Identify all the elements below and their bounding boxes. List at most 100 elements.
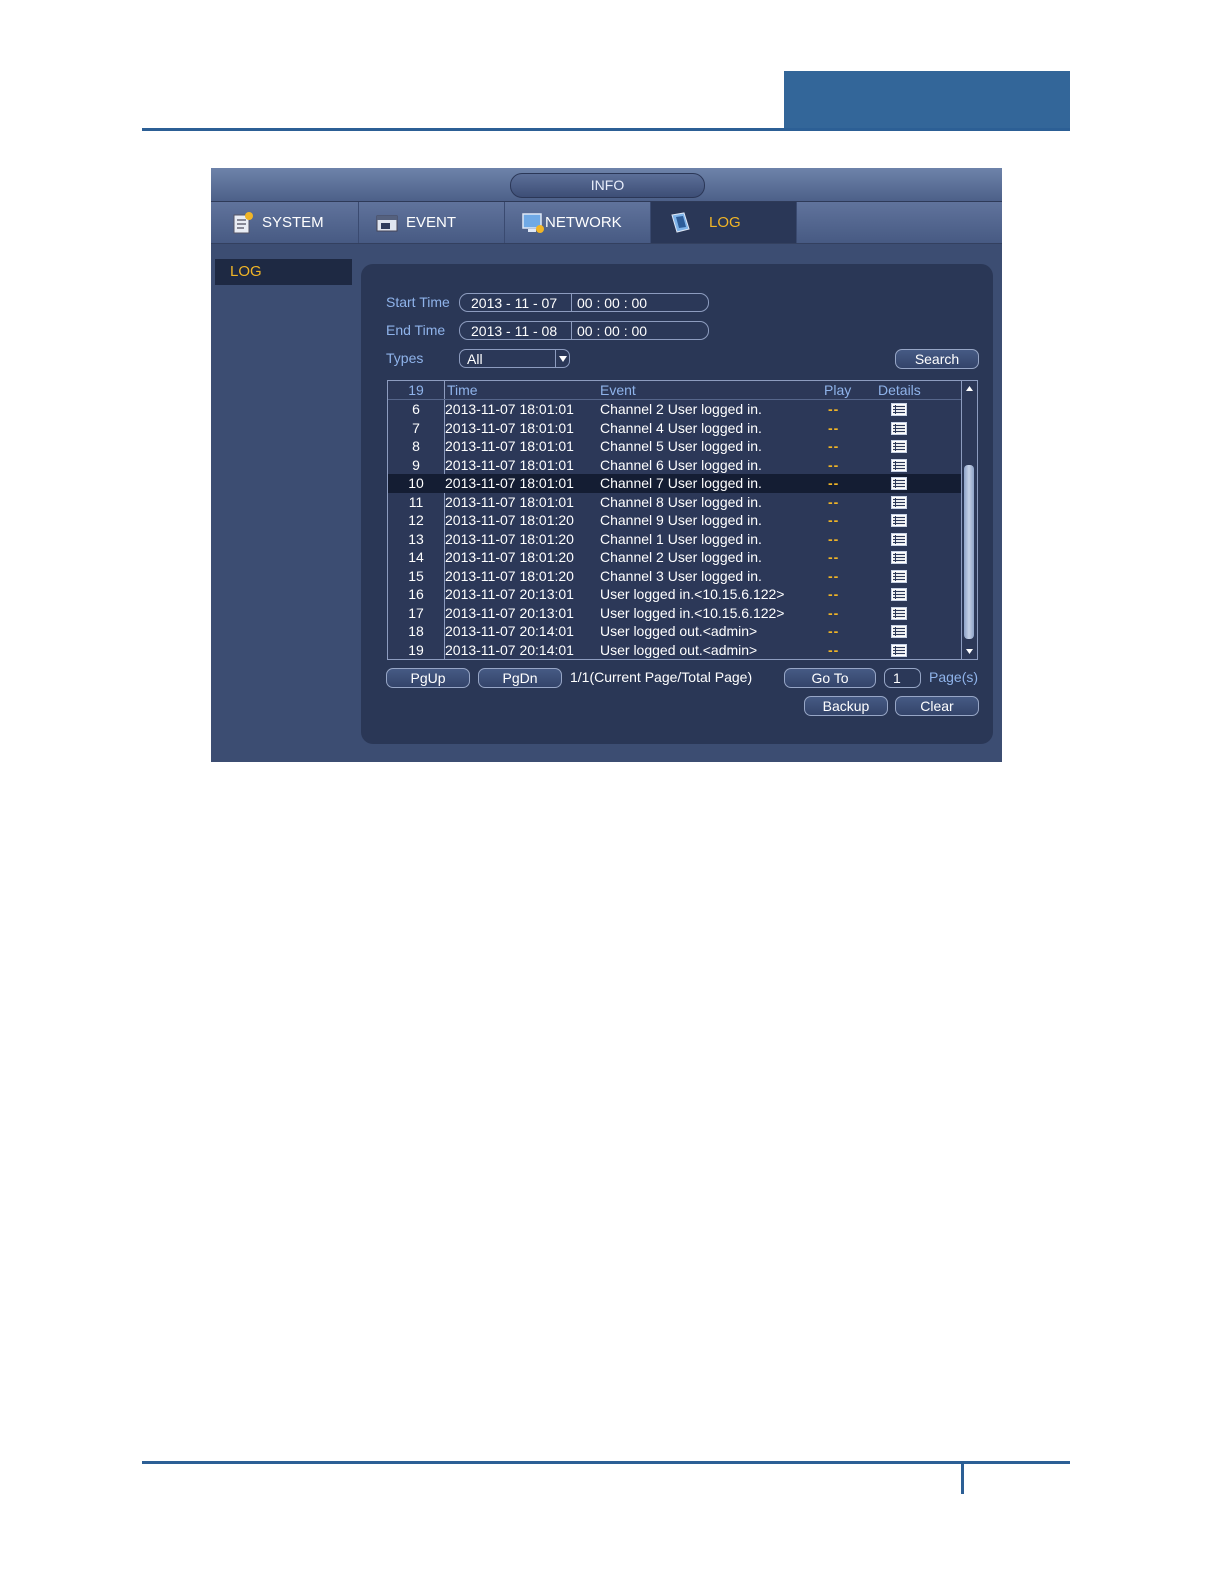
end-time-field[interactable]: 2013 - 11 - 08 00 : 00 : 00 <box>459 321 709 340</box>
pgup-button[interactable]: PgUp <box>386 668 470 688</box>
table-row[interactable]: 19 2013-11-07 20:14:01 User logged out.<ad… <box>388 641 961 660</box>
details-icon[interactable] <box>891 588 907 601</box>
table-row[interactable]: 18 2013-11-07 20:14:01 User logged out.<ad… <box>388 622 961 641</box>
details-icon[interactable] <box>891 477 907 490</box>
table-row[interactable]: 15 2013-11-07 18:01:20 Channel 3 User logg… <box>388 567 961 586</box>
row-event: Channel 2 User logged in. <box>600 549 762 565</box>
table-row[interactable]: 16 2013-11-07 20:13:01 User logged in.<10.… <box>388 585 961 604</box>
row-play: -- <box>828 604 840 621</box>
row-index: 8 <box>412 438 420 454</box>
footer-divider <box>961 1462 964 1494</box>
start-time-field[interactable]: 2013 - 11 - 07 00 : 00 : 00 <box>459 293 709 312</box>
table-row[interactable]: 12 2013-11-07 18:01:20 Channel 9 User logg… <box>388 511 961 530</box>
details-icon[interactable] <box>891 440 907 453</box>
row-time: 2013-11-07 18:01:01 <box>445 419 574 436</box>
scroll-down-icon[interactable] <box>965 647 974 656</box>
row-play: -- <box>828 586 840 602</box>
table-header: 19 Time Event Play Details <box>388 381 961 400</box>
row-time: 2013-11-07 20:13:01 <box>445 586 574 602</box>
field-separator <box>571 322 572 339</box>
details-icon[interactable] <box>891 551 907 564</box>
page-info: 1/1(Current Page/Total Page) <box>570 669 753 685</box>
row-event: User logged in.<10.15.6.122> <box>600 604 785 621</box>
details-icon[interactable] <box>891 625 907 638</box>
details-icon[interactable] <box>891 643 907 657</box>
table-row[interactable]: 6 2013-11-07 18:01:01 Channel 2 User logge… <box>388 400 961 419</box>
row-play: -- <box>828 493 840 510</box>
title-bar: INFO <box>211 168 1002 202</box>
table-row[interactable]: 7 2013-11-07 18:01:01 Channel 4 User logge… <box>388 419 961 438</box>
row-event: Channel 1 User logged in. <box>600 530 762 547</box>
page-number-input[interactable]: 1 <box>884 668 921 688</box>
search-button[interactable]: Search <box>895 349 979 369</box>
tab-network-label: NETWORK <box>545 214 622 231</box>
field-separator <box>571 294 572 311</box>
row-time: 2013-11-07 18:01:01 <box>445 456 574 473</box>
row-play: -- <box>828 475 840 491</box>
row-event: User logged out.<admin> <box>600 623 758 639</box>
details-icon[interactable] <box>891 421 907 435</box>
scroll-up-icon[interactable] <box>965 384 974 393</box>
table-row[interactable]: 10 2013-11-07 18:01:01 Channel 7 User logg… <box>388 474 961 493</box>
details-icon[interactable] <box>891 495 907 509</box>
backup-button[interactable]: Backup <box>804 696 888 716</box>
row-time: 2013-11-07 20:14:01 <box>445 641 574 658</box>
row-time: 2013-11-07 20:13:01 <box>445 604 574 621</box>
info-window: INFO SYSTEM EVENT NETWORK LOG LOG Start … <box>211 168 1002 762</box>
row-time: 2013-11-07 18:01:20 <box>445 567 574 584</box>
log-panel: Start Time 2013 - 11 - 07 00 : 00 : 00 E… <box>361 264 993 744</box>
details-icon[interactable] <box>891 458 907 472</box>
row-index: 11 <box>408 493 424 510</box>
tab-system[interactable]: SYSTEM <box>211 202 359 243</box>
tab-log-label: LOG <box>709 214 741 231</box>
row-play: -- <box>828 623 840 639</box>
scroll-thumb[interactable] <box>964 465 974 639</box>
row-index: 17 <box>408 604 424 621</box>
row-time: 2013-11-07 20:14:01 <box>445 623 574 639</box>
types-value: All <box>467 351 483 367</box>
footer-rule <box>142 1461 1070 1464</box>
table-row[interactable]: 13 2013-11-07 18:01:20 Channel 1 User logg… <box>388 530 961 549</box>
details-icon[interactable] <box>891 606 907 620</box>
table-row[interactable]: 9 2013-11-07 18:01:01 Channel 6 User logge… <box>388 456 961 475</box>
details-icon[interactable] <box>891 403 907 416</box>
tab-event[interactable]: EVENT <box>359 202 505 243</box>
tab-network[interactable]: NETWORK <box>505 202 651 243</box>
row-play: -- <box>828 456 840 473</box>
clear-button[interactable]: Clear <box>895 696 979 716</box>
column-header-time: Time <box>447 382 478 398</box>
window-title: INFO <box>510 173 705 198</box>
table-row[interactable]: 11 2013-11-07 18:01:01 Channel 8 User logg… <box>388 493 961 512</box>
row-index: 6 <box>412 401 420 417</box>
row-play: -- <box>828 549 840 565</box>
table-row[interactable]: 17 2013-11-07 20:13:01 User logged in.<10.… <box>388 604 961 623</box>
sidebar-item-log[interactable]: LOG <box>215 259 352 285</box>
types-dropdown[interactable]: All <box>459 349 570 368</box>
row-play: -- <box>828 419 840 436</box>
row-play: -- <box>828 641 840 658</box>
pgdn-button[interactable]: PgDn <box>478 668 562 688</box>
row-event: User logged out.<admin> <box>600 641 758 658</box>
row-event: User logged in.<10.15.6.122> <box>600 586 785 602</box>
table-row[interactable]: 14 2013-11-07 18:01:20 Channel 2 User logg… <box>388 548 961 567</box>
row-play: -- <box>828 512 840 528</box>
row-time: 2013-11-07 18:01:01 <box>445 493 574 510</box>
tab-log[interactable]: LOG <box>651 202 797 243</box>
end-clock-value: 00 : 00 : 00 <box>577 323 648 339</box>
tab-event-label: EVENT <box>406 214 457 231</box>
column-header-count: 19 <box>408 382 424 398</box>
row-event: Channel 5 User logged in. <box>600 438 762 454</box>
pages-label: Page(s) <box>929 669 979 685</box>
chevron-down-icon <box>559 356 567 362</box>
row-index: 7 <box>412 419 420 436</box>
table-row[interactable]: 8 2013-11-07 18:01:01 Channel 5 User logge… <box>388 437 961 456</box>
details-icon[interactable] <box>891 569 907 583</box>
goto-button[interactable]: Go To <box>784 668 876 688</box>
details-icon[interactable] <box>891 532 907 546</box>
row-play: -- <box>828 530 840 547</box>
row-event: Channel 9 User logged in. <box>600 512 762 528</box>
log-icon <box>671 211 690 233</box>
row-time: 2013-11-07 18:01:01 <box>445 401 574 417</box>
details-icon[interactable] <box>891 514 907 527</box>
table-scrollbar[interactable] <box>961 381 977 659</box>
